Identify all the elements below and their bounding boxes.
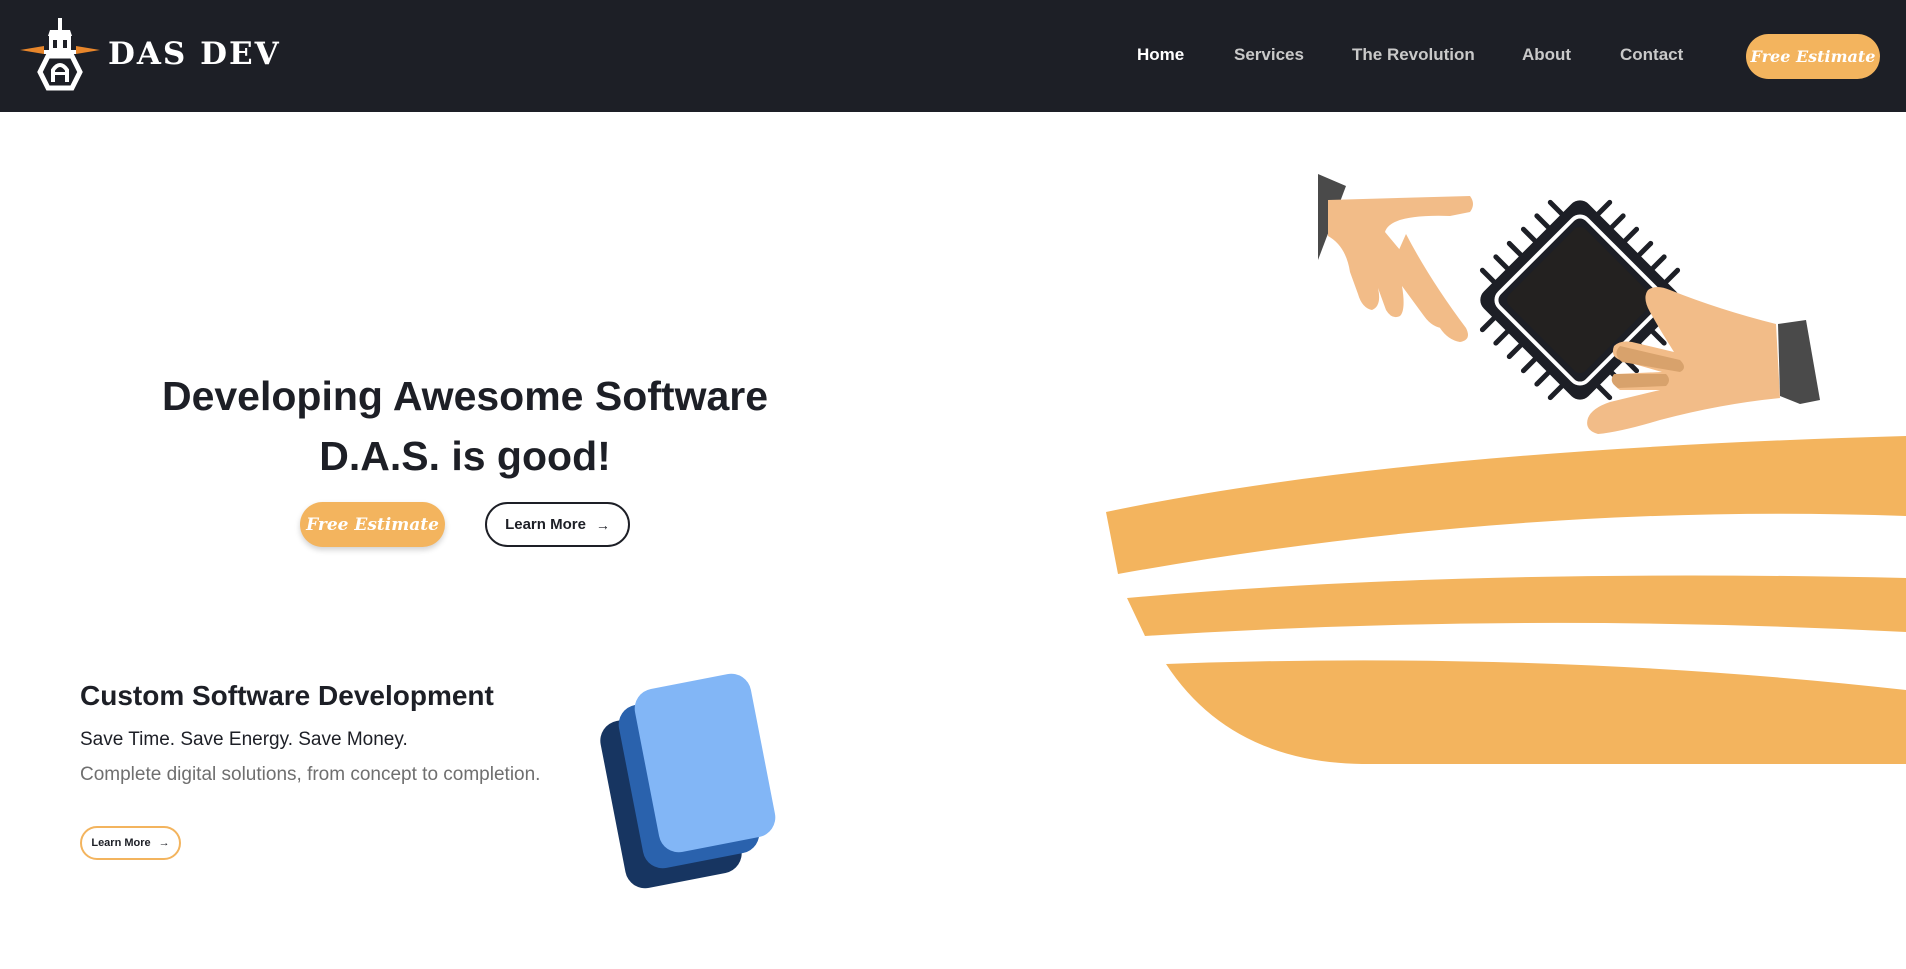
hero-learn-more-button[interactable]: Learn More →: [485, 502, 630, 547]
nav-services[interactable]: Services: [1234, 45, 1304, 65]
section-learn-more-label: Learn More: [91, 837, 151, 849]
section-description: Complete digital solutions, from concept…: [80, 764, 541, 785]
header-free-estimate-button[interactable]: Free Estimate: [1746, 34, 1880, 79]
stacked-cards-icon: [600, 673, 776, 889]
right-sleeve: [1778, 320, 1820, 404]
nav-the-revolution[interactable]: The Revolution: [1352, 45, 1475, 65]
site-header: DAS DEV Home Services The Revolution Abo…: [0, 0, 1906, 112]
handshake-chip-illustration: [1106, 174, 1906, 764]
arrow-right-icon: →: [158, 836, 170, 849]
hero-learn-more-label: Learn More: [505, 516, 586, 533]
section-title: Custom Software Development: [80, 680, 494, 711]
hero-free-estimate-button[interactable]: Free Estimate: [300, 502, 445, 547]
swoosh-top: [1106, 436, 1906, 574]
brand-name: DAS DEV: [108, 35, 281, 72]
nav-contact[interactable]: Contact: [1620, 45, 1683, 65]
hero-tagline: D.A.S. is good!: [319, 433, 611, 479]
arrow-right-icon: →: [595, 516, 610, 533]
section-subtitle: Save Time. Save Energy. Save Money.: [80, 729, 408, 750]
lighthouse-icon: [20, 18, 100, 91]
nav-about[interactable]: About: [1522, 45, 1571, 65]
hero-title: Developing Awesome Software: [161, 373, 769, 419]
nav-home[interactable]: Home: [1137, 45, 1184, 65]
swoosh-bottom: [1166, 660, 1906, 764]
swoosh-middle: [1127, 575, 1906, 636]
brand-logo[interactable]: DAS DEV: [20, 16, 281, 92]
section-learn-more-button[interactable]: Learn More →: [80, 826, 181, 860]
